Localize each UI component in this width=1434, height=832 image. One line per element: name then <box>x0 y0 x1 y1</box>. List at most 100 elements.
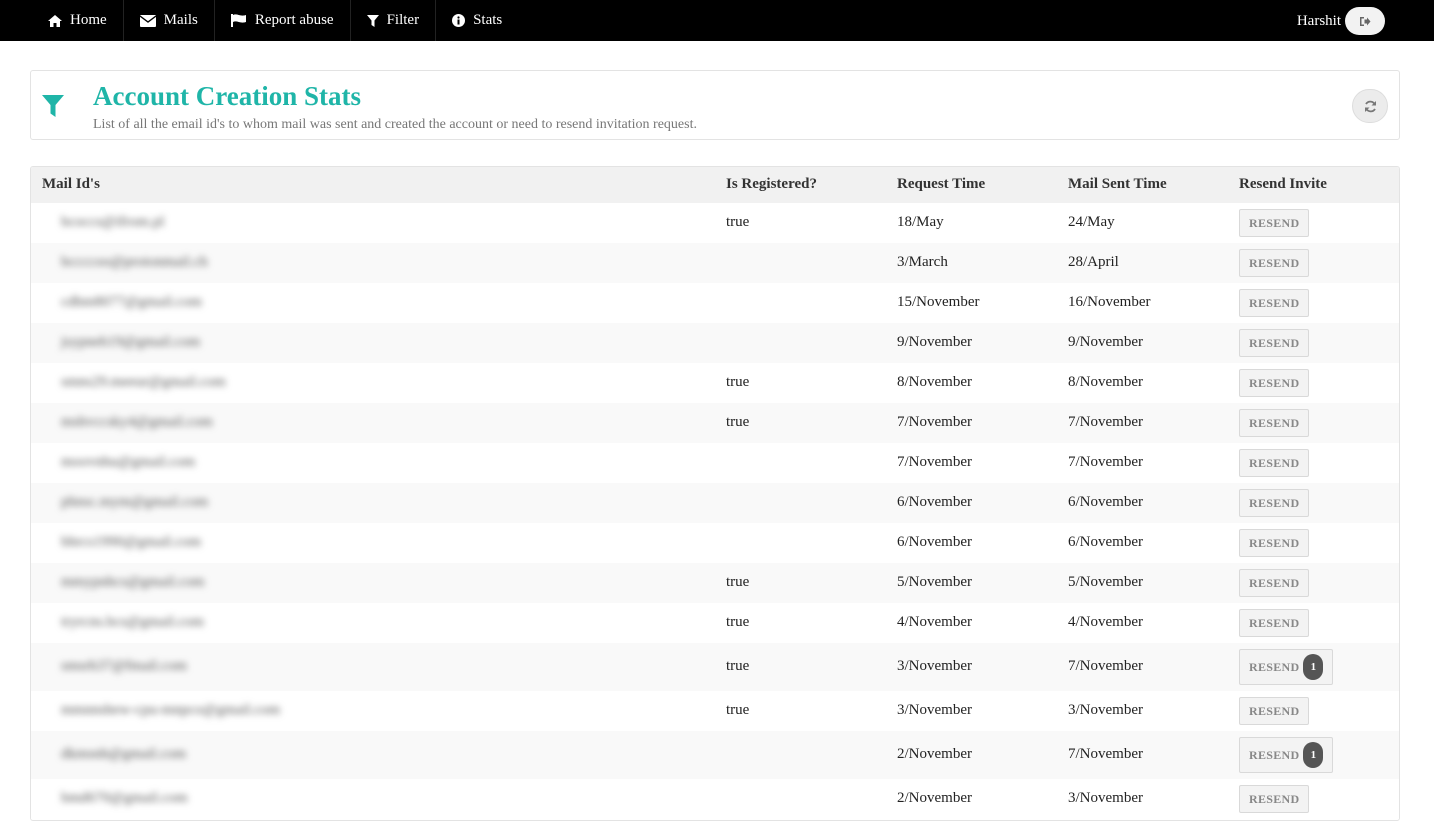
sent-time-cell: 24/May <box>1068 214 1115 230</box>
sent-time-cell: 6/November <box>1068 494 1143 510</box>
sent-time-cell: 4/November <box>1068 614 1143 630</box>
mail-id-cell: smns29.meeur@gmail.com <box>61 374 226 390</box>
mail-id-cell: bccccoo@protonmail.ch <box>61 254 208 270</box>
nav-item-mails[interactable]: Mails <box>124 0 215 41</box>
resend-button[interactable]: RESEND <box>1239 697 1310 725</box>
registered-cell: true <box>726 614 750 630</box>
sent-time-cell: 6/November <box>1068 534 1143 550</box>
column-header-mail: Mail Id's <box>42 176 100 192</box>
table-row: bccccoo@protonmail.ch 3/March 28/April RESE… <box>31 243 1399 283</box>
mail-id-cell: mshvccsky4@gmail.com <box>61 414 213 430</box>
table-row: dkmsnh@gmail.com 2/November 7/November RESE… <box>31 731 1399 779</box>
nav-item-label: Mails <box>163 12 198 28</box>
table-row: bmd670@gmail.com 2/November 3/November RESE… <box>31 779 1399 819</box>
nav-item-home[interactable]: Home <box>32 0 124 41</box>
resend-button-label: RESEND <box>1249 703 1300 718</box>
filter-icon <box>42 95 64 117</box>
page-subtitle: List of all the email id's to whom mail … <box>93 117 697 132</box>
table-row: bcoccs@ifrom.pl true 18/May 24/May RESEND <box>31 203 1399 243</box>
resend-button[interactable]: RESEND <box>1239 329 1310 357</box>
resend-button[interactable]: RESEND 1 <box>1239 737 1334 773</box>
request-time-cell: 3/November <box>897 702 972 718</box>
sign-out-icon <box>1360 16 1371 26</box>
table-row: tryrcns.bcs@gmail.com true 4/November 4/Nov… <box>31 603 1399 643</box>
top-navbar: Home Mails Report abuse Filter Stats Har… <box>0 0 1434 41</box>
registered-cell: true <box>726 574 750 590</box>
home-icon <box>48 14 62 27</box>
request-time-cell: 18/May <box>897 214 944 230</box>
mail-id-cell: mmypnhcs@gmail.com <box>61 574 205 590</box>
request-time-cell: 3/November <box>897 658 972 674</box>
nav-item-label: Filter <box>386 12 420 28</box>
sent-time-cell: 3/November <box>1068 702 1143 718</box>
mail-id-cell: mmnnshew-cpu-mnpco@gmail.com <box>61 702 281 718</box>
resend-button[interactable]: RESEND <box>1239 569 1310 597</box>
resend-button-label: RESEND <box>1249 659 1300 674</box>
resend-button[interactable]: RESEND <box>1239 449 1310 477</box>
nav-item-filter[interactable]: Filter <box>351 0 437 41</box>
header-panel: Account Creation Stats List of all the e… <box>30 70 1400 140</box>
resend-button[interactable]: RESEND <box>1239 785 1310 813</box>
user-area: Harshit <box>1297 7 1385 35</box>
info-icon <box>452 14 466 27</box>
flag-icon <box>230 14 246 27</box>
table-row: mshvccsky4@gmail.com true 7/November 7/Nove… <box>31 403 1399 443</box>
request-time-cell: 6/November <box>897 534 972 550</box>
column-header-request-time: Request Time <box>897 176 986 192</box>
nav-item-stats[interactable]: Stats <box>436 0 518 41</box>
request-time-cell: 7/November <box>897 454 972 470</box>
mail-id-cell: phnsc.mym@gmail.com <box>61 494 209 510</box>
mail-id-cell: bhrcs1990@gmail.com <box>61 534 202 550</box>
registered-cell: true <box>726 702 750 718</box>
resend-button-label: RESEND <box>1249 747 1300 762</box>
table-row: smsrh37@fmail.com true 3/November 7/Novembe… <box>31 643 1399 691</box>
resend-button-label: RESEND <box>1249 255 1300 270</box>
resend-button[interactable]: RESEND <box>1239 489 1310 517</box>
request-time-cell: 8/November <box>897 374 972 390</box>
table-row: moovnhu@gmail.com 7/November 7/November RES… <box>31 443 1399 483</box>
nav-item-report-abuse[interactable]: Report abuse <box>215 0 351 41</box>
request-time-cell: 6/November <box>897 494 972 510</box>
mail-id-cell: bcoccs@ifrom.pl <box>61 214 165 230</box>
column-header-resend: Resend Invite <box>1239 176 1327 192</box>
mail-id-cell: cdhm8077@gmail.com <box>61 294 202 310</box>
resend-button[interactable]: RESEND <box>1239 209 1310 237</box>
resend-button-label: RESEND <box>1249 335 1300 350</box>
page-title: Account Creation Stats <box>93 81 361 111</box>
registered-cell: true <box>726 658 750 674</box>
resend-button-label: RESEND <box>1249 615 1300 630</box>
resend-button[interactable]: RESEND <box>1239 409 1310 437</box>
request-time-cell: 3/March <box>897 254 948 270</box>
nav-item-label: Stats <box>473 12 503 28</box>
nav-menu: Home Mails Report abuse Filter Stats <box>32 0 518 41</box>
sent-time-cell: 16/November <box>1068 294 1151 310</box>
nav-item-label: Report abuse <box>254 12 334 28</box>
resend-button[interactable]: RESEND <box>1239 249 1310 277</box>
resend-button-label: RESEND <box>1249 495 1300 510</box>
mail-id-cell: jsypneh19@gmail.com <box>61 334 201 350</box>
resend-button[interactable]: RESEND <box>1239 609 1310 637</box>
refresh-button[interactable] <box>1352 89 1388 123</box>
mail-id-cell: dkmsnh@gmail.com <box>61 746 187 762</box>
table-row: jsypneh19@gmail.com 9/November 9/November R… <box>31 323 1399 363</box>
request-time-cell: 7/November <box>897 414 972 430</box>
resend-button-label: RESEND <box>1249 295 1300 310</box>
resend-button[interactable]: RESEND <box>1239 529 1310 557</box>
table-row: mmnnshew-cpu-mnpco@gmail.com true 3/Novemb… <box>31 691 1399 731</box>
request-time-cell: 15/November <box>897 294 980 310</box>
sent-time-cell: 5/November <box>1068 574 1143 590</box>
resend-button[interactable]: RESEND 1 <box>1239 649 1334 685</box>
table-row: cdhm8077@gmail.com 15/November 16/November… <box>31 283 1399 323</box>
sent-time-cell: 9/November <box>1068 334 1143 350</box>
request-time-cell: 4/November <box>897 614 972 630</box>
logout-button[interactable] <box>1345 7 1385 35</box>
resend-count-badge: 1 <box>1303 742 1324 768</box>
mail-id-cell: tryrcns.bcs@gmail.com <box>61 614 204 630</box>
resend-button[interactable]: RESEND <box>1239 369 1310 397</box>
envelope-icon <box>139 14 156 27</box>
sent-time-cell: 8/November <box>1068 374 1143 390</box>
resend-button[interactable]: RESEND <box>1239 289 1310 317</box>
table-row: mmypnhcs@gmail.com true 5/November 5/Novemb… <box>31 563 1399 603</box>
column-header-sent-time: Mail Sent Time <box>1068 176 1167 192</box>
sent-time-cell: 7/November <box>1068 746 1143 762</box>
